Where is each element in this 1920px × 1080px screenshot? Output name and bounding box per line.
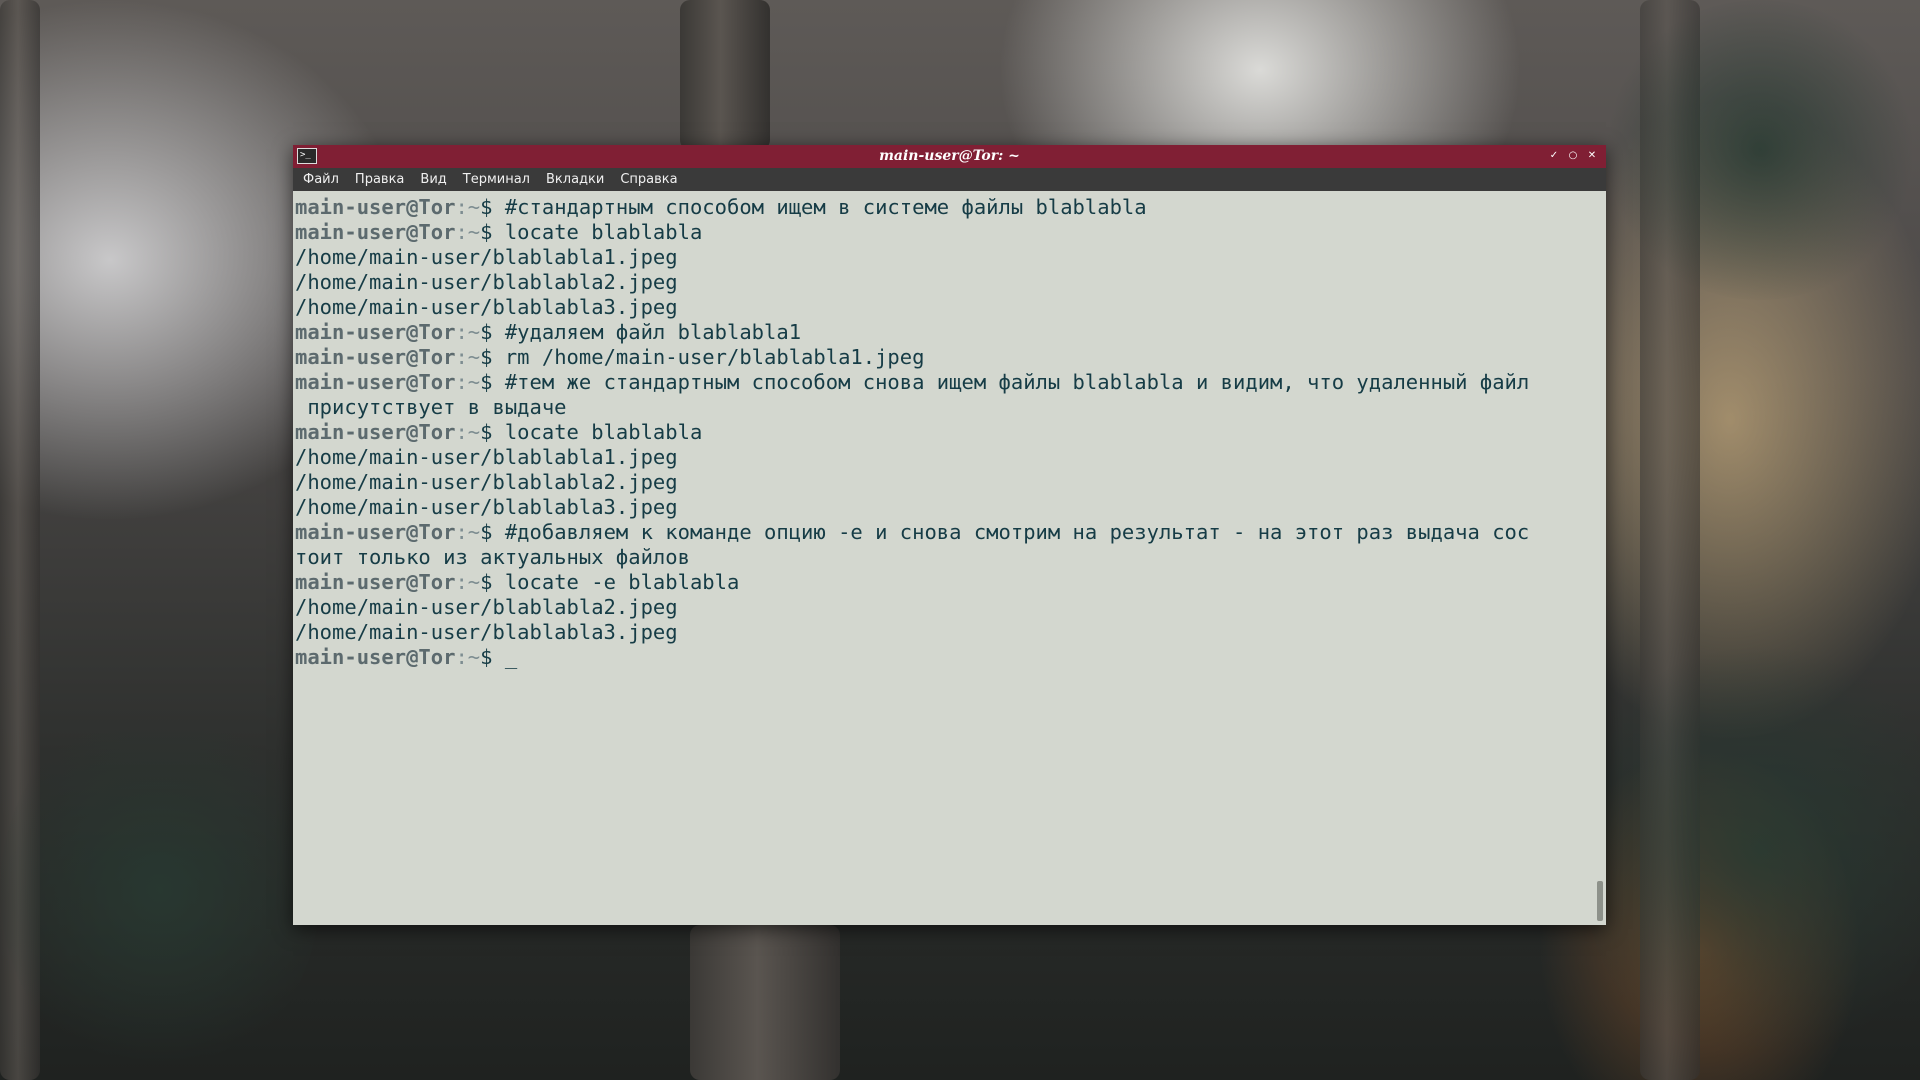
prompt-sign: $ [480,570,505,594]
prompt-sign: $ [480,520,505,544]
wallpaper-foliage [1580,620,1920,1080]
output-text: /home/main-user/blablabla2.jpeg [295,470,678,494]
window-title: main-user@Tor: ~ [879,148,1020,164]
prompt-path: :~ [455,370,481,394]
prompt-sign: $ [480,420,505,444]
terminal-line: /home/main-user/blablabla3.jpeg [295,495,1597,520]
prompt-user: main-user@Tor [295,570,456,594]
terminal-line: main-user@Tor:~$ #тем же стандартным спо… [295,370,1597,395]
menu-terminal[interactable]: Терминал [455,168,538,191]
terminal-line: main-user@Tor:~$ #добавляем к команде оп… [295,520,1597,545]
prompt-user: main-user@Tor [295,420,456,444]
minimize-icon[interactable]: ✓ [1547,149,1561,163]
terminal-line: main-user@Tor:~$ locate blablabla [295,220,1597,245]
prompt-user: main-user@Tor [295,320,456,344]
command-text: #тем же стандартным способом снова ищем … [504,370,1530,394]
command-text: locate blablabla [504,220,703,244]
prompt-path: :~ [455,320,481,344]
prompt-sign: $ [480,645,505,669]
prompt-path: :~ [455,570,481,594]
terminal-line: /home/main-user/blablabla3.jpeg [295,620,1597,645]
prompt-sign: $ [480,320,505,344]
output-text: тоит только из актуальных файлов [295,545,690,569]
output-text: /home/main-user/blablabla1.jpeg [295,245,678,269]
prompt-path: :~ [455,345,481,369]
prompt-sign: $ [480,220,505,244]
prompt-user: main-user@Tor [295,645,456,669]
command-text: #добавляем к команде опцию -e и снова см… [504,520,1530,544]
command-text: locate blablabla [504,420,703,444]
title-bar[interactable]: >_ main-user@Tor: ~ ✓ ○ ✕ [293,145,1606,168]
prompt-path: :~ [455,645,481,669]
terminal-line: main-user@Tor:~$ rm /home/main-user/blab… [295,345,1597,370]
output-text: /home/main-user/blablabla2.jpeg [295,595,678,619]
terminal-output[interactable]: main-user@Tor:~$ #стандартным способом и… [295,195,1597,921]
prompt-path: :~ [455,420,481,444]
prompt-sign: $ [480,195,505,219]
output-text: /home/main-user/blablabla1.jpeg [295,445,678,469]
terminal-line: /home/main-user/blablabla1.jpeg [295,245,1597,270]
terminal-line: main-user@Tor:~$ _ [295,645,1597,670]
terminal-window[interactable]: >_ main-user@Tor: ~ ✓ ○ ✕ Файл Правка Вид Т… [293,145,1606,925]
close-icon[interactable]: ✕ [1585,149,1599,163]
command-text: rm /home/main-user/blablabla1.jpeg [504,345,925,369]
prompt-user: main-user@Tor [295,220,456,244]
prompt-path: :~ [455,220,481,244]
prompt-sign: $ [480,370,505,394]
prompt-user: main-user@Tor [295,345,456,369]
menu-view[interactable]: Вид [412,168,454,191]
terminal-line: /home/main-user/blablabla2.jpeg [295,595,1597,620]
prompt-user: main-user@Tor [295,520,456,544]
wallpaper-foliage [1600,0,1920,300]
menu-tabs[interactable]: Вкладки [538,168,612,191]
command-text: #удаляем файл blablabla1 [504,320,802,344]
output-text: /home/main-user/blablabla3.jpeg [295,295,678,319]
terminal-line: присутствует в выдаче [295,395,1597,420]
output-text: /home/main-user/blablabla2.jpeg [295,270,678,294]
prompt-sign: $ [480,345,505,369]
prompt-path: :~ [455,195,481,219]
terminal-line: /home/main-user/blablabla2.jpeg [295,470,1597,495]
output-text: /home/main-user/blablabla3.jpeg [295,495,678,519]
wallpaper-tree-trunk [680,0,770,150]
maximize-icon[interactable]: ○ [1566,149,1580,163]
prompt-user: main-user@Tor [295,370,456,394]
output-text: присутствует в выдаче [295,395,567,419]
text-cursor: _ [504,645,518,669]
scrollbar-thumb[interactable] [1597,881,1603,921]
terminal-line: main-user@Tor:~$ #стандартным способом и… [295,195,1597,220]
terminal-line: тоит только из актуальных файлов [295,545,1597,570]
prompt-path: :~ [455,520,481,544]
menu-bar: Файл Правка Вид Терминал Вкладки Справка [293,168,1606,191]
scrollbar[interactable] [1596,191,1604,923]
menu-file[interactable]: Файл [295,168,347,191]
terminal-line: /home/main-user/blablabla3.jpeg [295,295,1597,320]
terminal-line: main-user@Tor:~$ locate blablabla [295,420,1597,445]
menu-help[interactable]: Справка [612,168,685,191]
command-text: #стандартным способом ищем в системе фай… [504,195,1147,219]
wallpaper-foliage [0,700,320,1080]
command-text: locate -e blablabla [504,570,740,594]
prompt-user: main-user@Tor [295,195,456,219]
terminal-line: main-user@Tor:~$ locate -e blablabla [295,570,1597,595]
terminal-line: /home/main-user/blablabla2.jpeg [295,270,1597,295]
terminal-line: /home/main-user/blablabla1.jpeg [295,445,1597,470]
terminal-line: main-user@Tor:~$ #удаляем файл blablabla… [295,320,1597,345]
output-text: /home/main-user/blablabla3.jpeg [295,620,678,644]
menu-edit[interactable]: Правка [347,168,412,191]
wallpaper-tree-trunk [690,925,840,1080]
